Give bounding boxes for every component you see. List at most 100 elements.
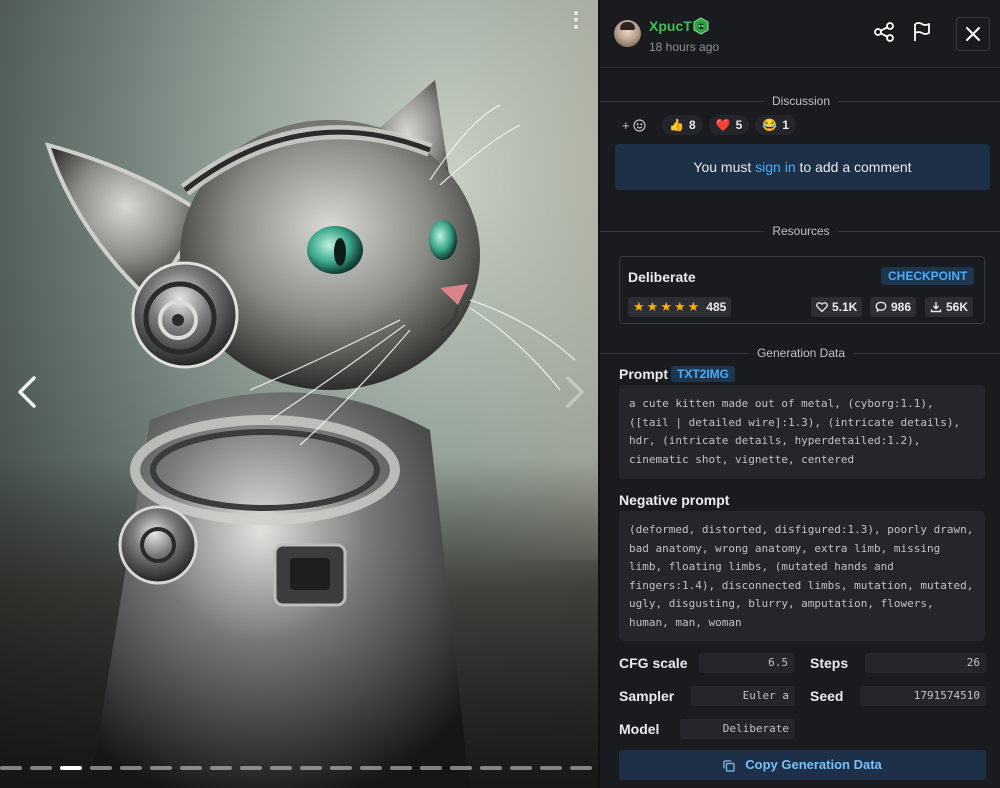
copy-icon — [723, 759, 735, 772]
thumbs-up-icon: 👍 — [669, 118, 684, 132]
rating: ★ ★ ★ ★ ★ 485 — [628, 297, 732, 317]
discussion-divider: Discussion — [600, 94, 1000, 108]
next-image-button[interactable] — [556, 370, 596, 414]
generated-image-cyborg-kitten — [44, 80, 576, 788]
model-value: Deliberate — [680, 719, 795, 739]
resources-title: Resources — [764, 224, 838, 238]
pagination-dot[interactable] — [360, 766, 382, 770]
resource-card[interactable]: Deliberate CHECKPOINT ★ ★ ★ ★ ★ 485 5.1K… — [619, 256, 985, 324]
copy-label: Copy Generation Data — [745, 757, 882, 772]
laugh-icon: 😂 — [762, 118, 778, 132]
image-pagination — [0, 766, 598, 772]
prompt-type-badge: TXT2IMG — [671, 366, 736, 382]
pagination-dot[interactable] — [150, 766, 172, 770]
reaction-count: 1 — [782, 118, 789, 132]
pagination-dot[interactable] — [330, 766, 352, 770]
download-icon — [930, 302, 942, 313]
pagination-dot[interactable] — [450, 766, 472, 770]
generation-title: Generation Data — [748, 346, 854, 360]
steps-value: 26 — [865, 653, 986, 673]
add-reaction-button[interactable]: + — [622, 115, 656, 135]
steps-label: Steps — [810, 655, 849, 671]
sampler-label: Sampler — [619, 688, 675, 704]
resource-type-badge: CHECKPOINT — [881, 267, 975, 285]
resources-divider: Resources — [600, 224, 1000, 238]
star-icon: ★ — [646, 299, 659, 314]
reactions-bar: + 👍 8 ❤️ 5 😂 1 — [622, 115, 796, 135]
pagination-dot[interactable] — [540, 766, 562, 770]
smiley-icon — [632, 118, 646, 132]
details-sidebar: XpucT 18 hours ago Discussion + 👍 8 ❤️ 5… — [598, 0, 1000, 788]
negative-prompt-text: (deformed, distorted, disfigured:1.3), p… — [619, 511, 985, 641]
cfg-scale-value: 6.5 — [699, 653, 794, 673]
discussion-title: Discussion — [763, 94, 839, 108]
pagination-dot[interactable] — [90, 766, 112, 770]
comments-stat: 986 — [870, 297, 917, 317]
signin-prefix: You must — [693, 159, 756, 175]
flag-icon — [914, 22, 930, 41]
downloads-count: 56K — [946, 300, 969, 314]
model-label: Model — [619, 721, 660, 737]
pagination-dot[interactable] — [30, 766, 52, 770]
star-icon: ★ — [673, 299, 686, 314]
creator-badge-icon — [693, 17, 709, 35]
pagination-dot[interactable] — [240, 766, 262, 770]
prompt-label: Prompt — [619, 366, 668, 382]
pagination-dot[interactable] — [60, 766, 82, 770]
username-link[interactable]: XpucT — [649, 18, 692, 34]
close-button[interactable] — [956, 17, 990, 51]
reaction-count: 8 — [688, 118, 696, 132]
plus-label: + — [622, 117, 630, 133]
signin-suffix: to add a comment — [795, 159, 912, 175]
likes-count: 5.1K — [832, 300, 858, 314]
star-icon: ★ — [660, 299, 672, 314]
comments-count: 986 — [891, 300, 912, 314]
pagination-dot[interactable] — [0, 766, 22, 770]
star-icon: ★ — [687, 299, 700, 314]
share-button[interactable] — [872, 20, 896, 44]
image-viewer: ⋮ — [0, 0, 598, 788]
avatar[interactable] — [614, 20, 641, 47]
pagination-dot[interactable] — [510, 766, 532, 770]
copy-generation-data-button[interactable]: Copy Generation Data — [619, 750, 986, 780]
pagination-dot[interactable] — [180, 766, 202, 770]
seed-label: Seed — [810, 688, 844, 704]
pagination-dot[interactable] — [120, 766, 142, 770]
reaction-count: 5 — [735, 118, 743, 132]
pagination-dot[interactable] — [570, 766, 592, 770]
chevron-left-icon — [18, 376, 36, 408]
downloads-stat: 56K — [925, 297, 974, 317]
reaction-heart[interactable]: ❤️ 5 — [708, 115, 750, 135]
cfg-scale-label: CFG scale — [619, 655, 688, 671]
pagination-dot[interactable] — [390, 766, 412, 770]
pagination-dot[interactable] — [210, 766, 232, 770]
negative-prompt-label: Negative prompt — [619, 492, 730, 508]
generation-divider: Generation Data — [600, 346, 1000, 360]
post-header: XpucT 18 hours ago — [600, 0, 1000, 68]
pagination-dot[interactable] — [270, 766, 292, 770]
close-icon — [966, 27, 980, 41]
signin-link[interactable]: sign in — [755, 159, 795, 175]
chevron-right-icon — [566, 376, 584, 408]
pagination-dot[interactable] — [480, 766, 502, 770]
signin-prompt: You must sign in to add a comment — [615, 144, 990, 190]
comment-icon — [875, 301, 887, 312]
sampler-value: Euler a — [691, 686, 795, 706]
resource-name: Deliberate — [628, 269, 696, 285]
report-button[interactable] — [910, 20, 934, 44]
heart-outline-icon — [816, 302, 828, 313]
reaction-thumbs-up[interactable]: 👍 8 — [662, 115, 703, 135]
post-timestamp: 18 hours ago — [649, 40, 720, 54]
star-icon: ★ — [633, 299, 645, 314]
likes-stat: 5.1K — [811, 297, 863, 317]
reaction-laugh[interactable]: 😂 1 — [755, 115, 796, 135]
prompt-text: a cute kitten made out of metal, (cyborg… — [619, 385, 985, 479]
share-icon — [874, 22, 894, 42]
seed-value: 1791574510 — [860, 686, 986, 706]
heart-icon: ❤️ — [715, 118, 731, 132]
image-menu-button[interactable]: ⋮ — [566, 8, 586, 32]
pagination-dot[interactable] — [420, 766, 442, 770]
rating-count: 485 — [706, 300, 727, 314]
pagination-dot[interactable] — [300, 766, 322, 770]
previous-image-button[interactable] — [10, 370, 50, 414]
